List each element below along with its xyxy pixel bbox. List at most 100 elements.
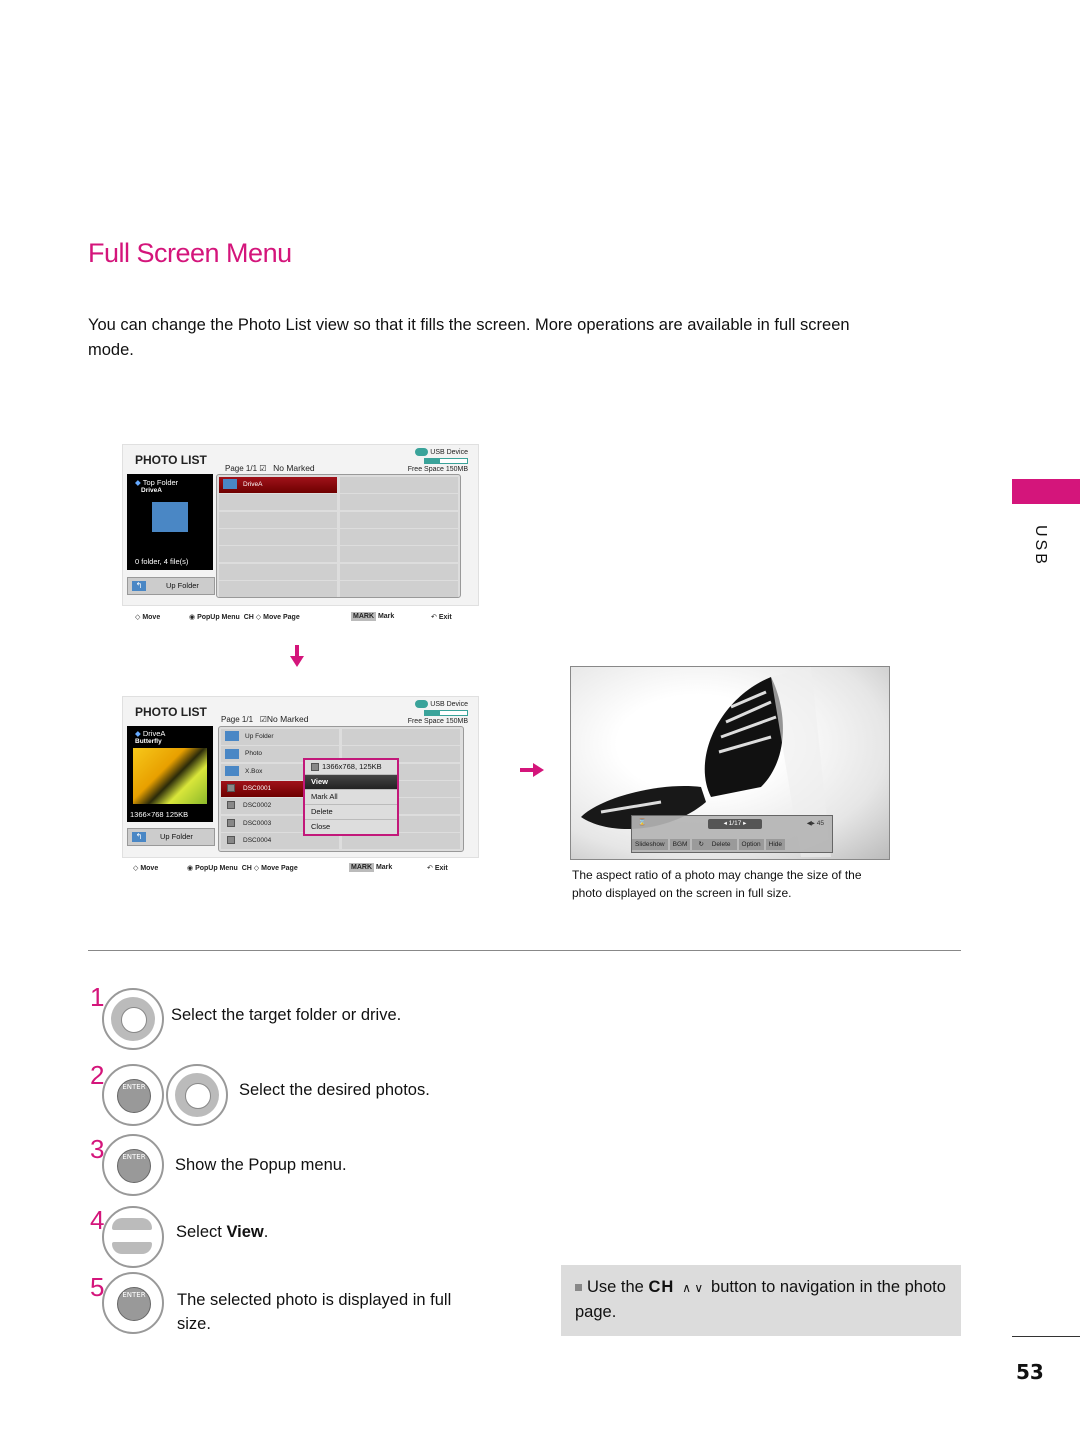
step-number: 1 (90, 982, 105, 1012)
enter-button-icon: ENTER (102, 1272, 164, 1334)
osd-bgm-button[interactable]: BGM (669, 839, 691, 850)
note-box: Use the CH ∧ ∨ button to navigation in t… (561, 1265, 961, 1336)
popup-item-delete[interactable]: Delete (305, 805, 397, 820)
popup-hint: ◉ PopUp Menu CH ◇ Move Page (187, 865, 298, 872)
section-tab-marker (1012, 479, 1080, 504)
section-divider (88, 950, 961, 951)
empty-cell[interactable] (219, 546, 337, 563)
preview-pane: ◆ DriveA Butterfly 1366×768 125KB (127, 726, 213, 822)
empty-cell[interactable] (340, 546, 458, 563)
usb-status: USB Device Free Space 150MB (407, 448, 468, 473)
file-item-label: DriveA (243, 481, 263, 488)
hourglass-icon: ⌛ (638, 819, 647, 826)
file-item-label: DSC0004 (243, 836, 272, 844)
up-arrow-icon: ↰ (132, 832, 146, 843)
file-item-label: DSC0002 (243, 802, 272, 810)
step-text: Show the Popup menu. (175, 1156, 347, 1174)
step-text: Select the target folder or drive. (171, 1006, 402, 1024)
down-arrow-icon (290, 645, 304, 667)
empty-cell[interactable] (340, 563, 458, 580)
osd-slideshow-button[interactable]: Slideshow (632, 839, 668, 850)
empty-cell[interactable] (219, 528, 337, 545)
up-folder-button[interactable]: ↰ Up Folder (127, 828, 215, 846)
fullscreen-osd: ⌛ ◂ 1/17 ▸ ◀▸ 45 Slideshow BGM ↻ Delete … (631, 815, 833, 853)
enter-button-icon: ENTER (102, 1064, 164, 1126)
osd-option-button[interactable]: Option (738, 839, 764, 850)
empty-cell[interactable] (219, 563, 337, 580)
up-folder-icon (225, 731, 239, 742)
empty-cell[interactable] (342, 729, 460, 745)
popup-item-mark-all[interactable]: Mark All (305, 790, 397, 805)
usb-status: USB Device Free Space 150MB (407, 700, 468, 725)
checkbox-icon (227, 784, 235, 793)
popup-info: 1366x768, 125KB (305, 760, 397, 775)
empty-cell[interactable] (340, 580, 458, 597)
popup-item-view[interactable]: View (305, 775, 397, 790)
step-text: The selected photo is displayed in full … (177, 1291, 452, 1333)
file-item-label: DSC0003 (243, 819, 272, 827)
osd-hide-button[interactable]: Hide (765, 839, 786, 850)
file-item[interactable]: DriveA (219, 477, 337, 493)
mark-hint: MARK Mark (351, 612, 395, 621)
photo-list-screen-1: PHOTO LIST Page 1/1 ☑ No Marked USB Devi… (122, 444, 479, 621)
page-counter[interactable]: ◂ 1/17 ▸ (708, 819, 762, 829)
osd-delete-button[interactable]: ↻ Delete (692, 839, 737, 850)
popup-menu: 1366x768, 125KB View Mark All Delete Clo… (303, 758, 399, 836)
move-hint: ◇ Move (135, 614, 161, 621)
file-grid: DriveA (216, 474, 461, 598)
move-hint: ◇ Move (133, 865, 159, 872)
folder-icon (225, 748, 239, 759)
enter-button-icon: ENTER (102, 1134, 164, 1196)
page-rule (1012, 1336, 1080, 1337)
nav-pad-icon (166, 1064, 228, 1126)
popup-hint: ◉ PopUp Menu CH ◇ Move Page (189, 614, 300, 621)
usb-icon (415, 448, 429, 456)
empty-cell[interactable] (219, 580, 337, 597)
empty-cell[interactable] (219, 494, 337, 511)
exit-hint: ↶ Exit (427, 865, 448, 872)
popup-item-close[interactable]: Close (305, 820, 397, 834)
section-tab-label: USB (1032, 525, 1049, 567)
up-down-button-icon (102, 1206, 164, 1268)
step-text: Select the desired photos. (239, 1081, 430, 1099)
checkbox-icon (227, 801, 235, 810)
screen-title: PHOTO LIST (135, 705, 207, 719)
right-arrow-icon (520, 763, 544, 777)
file-item-label: X.Box (245, 767, 263, 775)
folder-icon (225, 765, 239, 776)
exit-hint: ↶ Exit (431, 614, 452, 621)
ch-up-down-icon: ∧ ∨ (678, 1281, 707, 1295)
fullscreen-photo: ⌛ ◂ 1/17 ▸ ◀▸ 45 Slideshow BGM ↻ Delete … (570, 666, 890, 860)
file-item-label: Photo (245, 750, 262, 758)
empty-cell[interactable] (340, 494, 458, 511)
step-text: Select View. (176, 1223, 269, 1241)
photo-list-screen-2: PHOTO LIST Page 1/1 ☑No Marked USB Devic… (122, 696, 479, 872)
page-title: Full Screen Menu (88, 238, 292, 268)
empty-cell[interactable] (340, 528, 458, 545)
preview-pane: ◆ Top Folder DriveA 0 folder, 4 file(s) (127, 474, 213, 570)
empty-cell[interactable] (340, 511, 458, 528)
page-number: 53 (1016, 1360, 1044, 1384)
folder-icon (223, 479, 237, 490)
file-item[interactable]: Up Folder (221, 729, 339, 745)
note-text: Use the CH ∧ ∨ button to navigation in t… (575, 1278, 946, 1321)
rotate-icon: ↻ (695, 841, 709, 848)
folder-icon (152, 502, 188, 532)
checkbox-icon (227, 818, 235, 827)
butterfly-thumbnail (133, 748, 207, 804)
file-item-label: DSC0001 (243, 784, 272, 792)
bullet-icon (575, 1284, 582, 1292)
empty-cell[interactable] (340, 477, 458, 493)
page-indicator: Page 1/1 ☑ No Marked (225, 463, 315, 473)
usb-space-bar (424, 458, 468, 464)
page-indicator: Page 1/1 ☑No Marked (221, 714, 309, 724)
up-arrow-icon: ↰ (132, 581, 146, 592)
file-item-label: Up Folder (245, 733, 274, 740)
photo-caption: The aspect ratio of a photo may change t… (572, 868, 862, 900)
usb-space-bar (424, 710, 468, 716)
up-folder-button[interactable]: ↰ Up Folder (127, 577, 215, 595)
nav-pad-icon (102, 988, 164, 1050)
checkbox-icon (227, 836, 235, 845)
usb-icon (415, 700, 429, 708)
empty-cell[interactable] (219, 511, 337, 528)
